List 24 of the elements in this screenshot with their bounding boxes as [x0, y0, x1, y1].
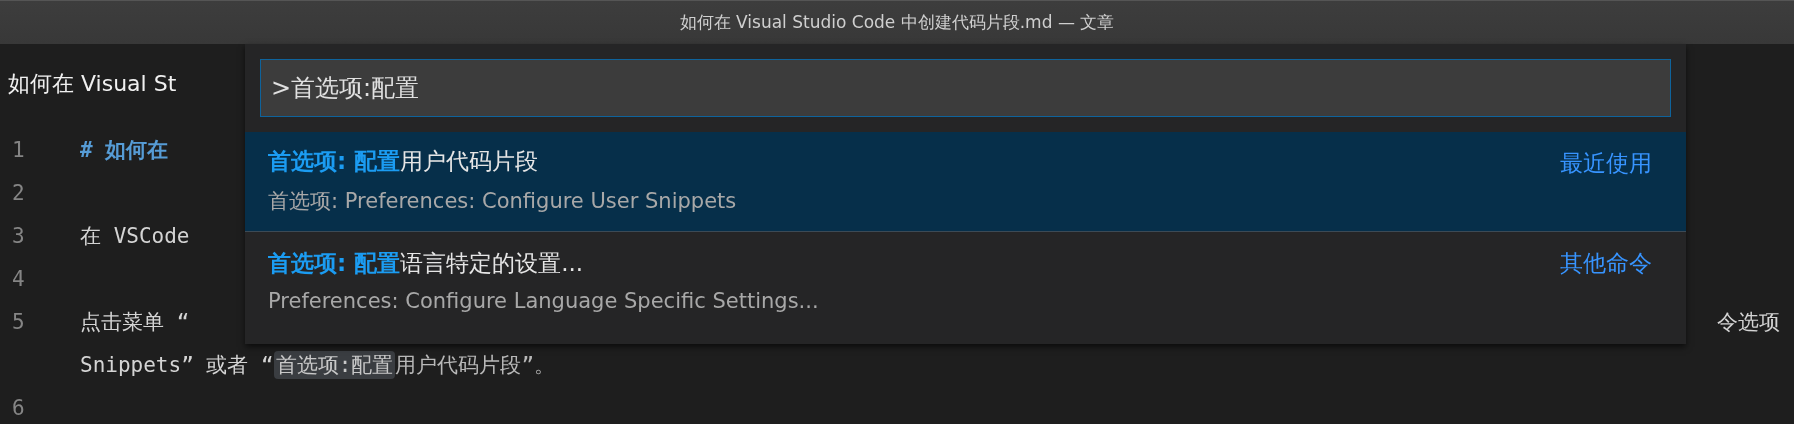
command-item[interactable]: 首选项: 配置语言特定的设置... Preferences: Configure Language Specific Settings... 其他命令 [245, 232, 1686, 332]
code-text: 在 VSCode [80, 222, 190, 250]
code-text: 点击菜单 “ [80, 308, 190, 336]
code-text: Snippets” 或者 “ [80, 351, 274, 379]
code-text: 令选项 [1717, 308, 1781, 336]
command-item[interactable]: 首选项: 配置用户代码片段 首选项: Preferences: Configure User Snippets 最近使用 [245, 132, 1686, 232]
line-number: 2 [11, 180, 26, 205]
editor-title: 如何在 Visual St [8, 70, 177, 98]
command-group-label: 其他命令 [1560, 249, 1653, 278]
code-text: 用户代码片段”。 [395, 351, 556, 379]
line-number: 3 [11, 223, 26, 248]
window-title: 如何在 Visual Studio Code 中创建代码片段.md — 文章 [679, 11, 1115, 34]
command-group-label: 最近使用 [1560, 149, 1653, 178]
line-number: 1 [11, 137, 26, 162]
line-number: 4 [11, 266, 26, 291]
line-number: 6 [11, 395, 26, 420]
command-detail: 首选项: Preferences: Configure User Snippets [268, 188, 737, 215]
inline-code: 首选项:配置 [273, 350, 396, 379]
command-label: 首选项: 配置用户代码片段 [268, 147, 540, 176]
code-text: # 如何在 [80, 136, 169, 164]
command-detail: Preferences: Configure Language Specific Settings... [268, 289, 819, 313]
command-input-field[interactable]: >首选项:配置 [260, 59, 1671, 117]
command-label: 首选项: 配置语言特定的设置... [268, 249, 585, 278]
line-number: 5 [11, 309, 26, 334]
